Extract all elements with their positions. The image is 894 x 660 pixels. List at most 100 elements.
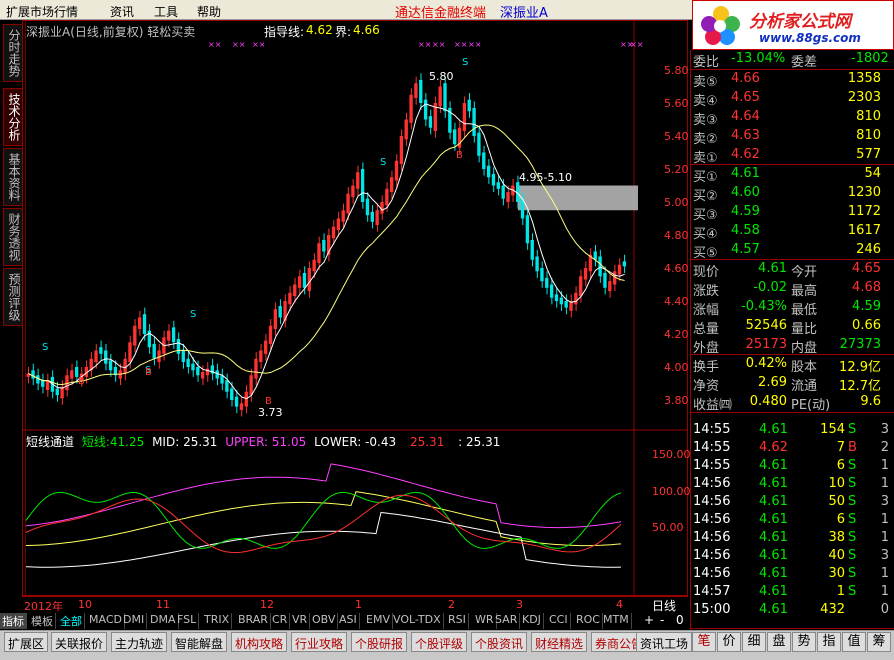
reset-tab-button[interactable]: 0 xyxy=(676,613,684,627)
candle-body xyxy=(94,350,98,363)
ask-row: 卖③ 4.64 810 xyxy=(691,108,894,128)
candle-body xyxy=(167,330,171,341)
menu-item-news[interactable]: 资讯 xyxy=(110,3,134,20)
stat-value: -0.43% xyxy=(741,299,787,314)
indicator-tab[interactable]: BRAR xyxy=(236,613,271,629)
tick-side: S xyxy=(848,548,857,563)
bid-row: 买③ 4.59 1172 xyxy=(691,203,894,223)
function-button[interactable]: 财经精选 xyxy=(531,632,588,652)
bid-volume: 1172 xyxy=(847,204,881,219)
candle-body xyxy=(394,160,399,181)
period-bar: 2012年 10 11 12 1 2 3 4 日线 xyxy=(22,596,688,613)
function-button[interactable]: 个股评级 xyxy=(411,632,468,652)
quote-tab[interactable]: 筹 xyxy=(867,632,891,652)
stat-row: 净资 2.69 流通 12.7亿 xyxy=(691,374,894,394)
tick-time: 14:57 xyxy=(693,584,731,599)
indicator-tab[interactable]: CR xyxy=(270,613,291,629)
indicator-tab[interactable]: SAR xyxy=(493,613,521,629)
indicator-tab[interactable]: ASI xyxy=(337,613,360,629)
indicator-tab[interactable]: ROC xyxy=(574,613,603,629)
candle-body xyxy=(133,325,137,346)
stat-value: 9.6 xyxy=(860,394,881,409)
function-button[interactable]: 资讯工场 xyxy=(636,632,693,652)
ask-label: 卖⑤ xyxy=(693,75,718,90)
bid-row: 买④ 4.58 1617 xyxy=(691,222,894,242)
indicator-tab[interactable]: DMI xyxy=(121,613,148,629)
indicator-tab[interactable]: 指标 xyxy=(0,613,27,629)
indicator-tab[interactable]: 全部 xyxy=(58,613,85,629)
ask-row: 卖⑤ 4.66 1358 xyxy=(691,70,894,90)
candle-body xyxy=(564,301,568,308)
upper-band-line xyxy=(25,463,622,529)
tick-side: S xyxy=(848,494,857,509)
tab-technical[interactable]: 技术分析 xyxy=(3,88,23,146)
candle-body xyxy=(307,268,311,292)
ask-row: 卖② 4.63 810 xyxy=(691,127,894,147)
indicator-tab[interactable]: KDJ xyxy=(520,613,544,629)
quote-tab[interactable]: 值 xyxy=(842,632,866,652)
candle-body xyxy=(506,192,510,202)
function-button[interactable]: 关联报价 xyxy=(51,632,108,652)
sell-signal: S xyxy=(42,342,48,353)
indicator-tab[interactable]: OBV xyxy=(310,613,339,629)
candle-body xyxy=(554,294,559,301)
buy-signal: B xyxy=(456,150,463,161)
candle-body xyxy=(409,94,413,123)
tab-fundamentals[interactable]: 基本资料 xyxy=(3,148,23,206)
function-button[interactable]: 智能解盘 xyxy=(171,632,228,652)
menu-item-help[interactable]: 帮助 xyxy=(197,3,221,20)
brand-logo: 分析家公式网 www.88gs.com xyxy=(692,0,894,50)
function-button[interactable]: 个股资讯 xyxy=(471,632,528,652)
price-tick: 3.80 xyxy=(664,394,689,407)
price-tick: 5.80 xyxy=(664,64,689,77)
indicator-tab[interactable]: FSL xyxy=(175,613,200,629)
function-button[interactable]: 扩展区 xyxy=(4,632,49,652)
indicator-tab[interactable]: VOL-TDX xyxy=(391,613,444,629)
indicator-tab[interactable]: EMV xyxy=(364,613,393,629)
indicator-tab[interactable]: RSI xyxy=(446,613,469,629)
tab-financial[interactable]: 财务透视 xyxy=(3,208,23,266)
function-button[interactable]: 个股研报 xyxy=(351,632,408,652)
stat-row: 涨跌 -0.02 最高 4.68 xyxy=(691,279,894,299)
indicator-tab[interactable]: 模板 xyxy=(29,613,56,629)
candle-body xyxy=(423,99,428,120)
tab-timeshare[interactable]: 分时走势 xyxy=(3,24,23,82)
indicator-tab[interactable]: CCI xyxy=(547,613,571,629)
quote-tab[interactable]: 指 xyxy=(817,632,841,652)
quote-tab[interactable]: 价 xyxy=(717,632,741,652)
candle-body xyxy=(583,268,588,280)
function-button[interactable]: 行业攻略 xyxy=(291,632,348,652)
menu-item-tools[interactable]: 工具 xyxy=(154,3,178,20)
ask-price: 4.65 xyxy=(731,90,760,105)
indicator-tab[interactable]: MACD xyxy=(87,613,125,629)
stat-label: 换手 xyxy=(693,360,720,375)
tick-row: 14:55 4.61 6 S 1 xyxy=(691,457,894,476)
stat-label: 收益㈣ xyxy=(693,398,733,413)
stat-row: 总量 52546 量比 0.66 xyxy=(691,317,894,337)
remove-tab-button[interactable]: - xyxy=(660,613,664,627)
tick-row: 14:56 4.61 38 S 1 xyxy=(691,529,894,548)
chart-title: 深振业A(日线,前复权) 轻松买卖 xyxy=(26,25,196,39)
quote-tab[interactable]: 细 xyxy=(742,632,766,652)
indicator-tab[interactable]: TRIX xyxy=(202,613,233,629)
indicator-tab[interactable]: MTM xyxy=(601,613,632,629)
add-tab-button[interactable]: + xyxy=(644,613,654,627)
bid-price: 4.57 xyxy=(731,242,760,257)
bid-volume: 246 xyxy=(856,242,881,257)
function-button[interactable]: 机构攻略 xyxy=(231,632,288,652)
stat-label: 涨幅 xyxy=(693,303,720,318)
stat-row: 换手 0.42% 股本 12.9亿 xyxy=(691,355,894,375)
tick-row: 14:56 4.61 50 S 3 xyxy=(691,493,894,512)
quote-tab[interactable]: 势 xyxy=(792,632,816,652)
kline-chart[interactable]: ×× ×× ×× ×× ×× ×× ×× ××××SSSSSBBBB xyxy=(22,20,688,596)
tab-forecast[interactable]: 预测评级 xyxy=(3,268,23,326)
ratio-value: -13.04% xyxy=(731,51,786,66)
menu-item-market[interactable]: 扩展市场行情 xyxy=(6,3,78,20)
function-button[interactable]: 主力轨迹 xyxy=(111,632,168,652)
indicator-tab[interactable]: VR xyxy=(290,613,311,629)
quote-tab[interactable]: 盘 xyxy=(767,632,791,652)
quote-tab[interactable]: 笔 xyxy=(692,632,716,652)
indicator-tab[interactable]: DMA xyxy=(148,613,179,629)
tick-time: 14:55 xyxy=(693,440,731,455)
candle-body xyxy=(351,185,355,198)
